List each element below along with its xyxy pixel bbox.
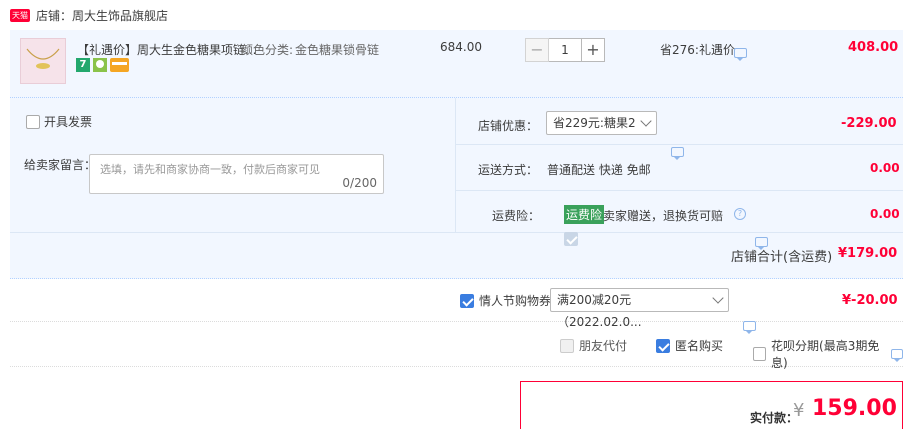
actual-payment-amount: 159.00 — [812, 396, 897, 421]
payment-options: 朋友代付 匿名购买 花呗分期(最高3期免息) — [10, 323, 903, 370]
product-thumbnail[interactable] — [20, 38, 66, 84]
anonymous-checkbox[interactable] — [656, 338, 670, 353]
invoice-label: 开具发票 — [44, 115, 93, 129]
coupon-select[interactable]: 满200减20元（2022.02.0... — [550, 288, 729, 329]
friend-pay-label: 朋友代付 — [579, 339, 628, 353]
shipping-amount: 0.00 — [870, 161, 900, 175]
shop-label: 店铺： — [36, 8, 73, 23]
insurance-amount: 0.00 — [870, 207, 900, 221]
lightbulb-icon — [93, 58, 107, 72]
shop-total-label: 店铺合计(含运费) — [731, 250, 833, 265]
anonymous-label: 匿名购买 — [675, 339, 724, 353]
friend-pay-option[interactable]: 朋友代付 — [560, 337, 627, 354]
actual-payment-label: 实付款： — [750, 411, 799, 425]
unit-price: 684.00 — [440, 40, 482, 54]
necklace-image — [26, 48, 60, 69]
qty-minus-button[interactable]: − — [525, 38, 549, 62]
discount-message-icon[interactable] — [734, 48, 747, 61]
coupon-row: 情人节购物券 满200减20元（2022.02.0... ¥-20.00 — [10, 280, 903, 334]
shipping-method: 普通配送 快递 免邮 — [547, 163, 651, 177]
huabei-message-icon[interactable] — [890, 349, 903, 362]
order-details: 开具发票 给卖家留言： 选填，请先和商家协商一致，付款后商家可见 0/200 店… — [10, 98, 903, 279]
shop-total-amount: ¥179.00 — [838, 246, 898, 261]
insurance-checkbox — [563, 232, 578, 246]
item-row: 【礼遇价】周大生金色糖果项链... 7 颜色分类: 金色糖果锁骨链 684.00… — [10, 30, 903, 98]
message-char-count: 0/200 — [342, 176, 377, 190]
message-textarea[interactable]: 选填，请先和商家协商一致，付款后商家可见 0/200 — [89, 154, 384, 194]
huabei-option[interactable]: 花呗分期(最高3期免息) — [753, 337, 903, 371]
message-placeholder: 选填，请先和商家协商一致，付款后商家可见 — [100, 163, 320, 176]
insurance-badge: 运费险 — [564, 205, 605, 224]
invoice-option[interactable]: 开具发票 — [26, 113, 92, 130]
store-discount-select[interactable]: 省229元:糖果2 — [546, 111, 657, 135]
coupon-checkbox[interactable] — [460, 293, 474, 308]
seven-day-return-icon: 7 — [76, 58, 90, 72]
store-discount-label: 店铺优惠： — [478, 119, 539, 133]
qty-plus-button[interactable]: + — [581, 38, 605, 62]
huabei-label: 花呗分期(最高3期免息) — [771, 339, 880, 370]
qty-input[interactable]: 1 — [549, 38, 581, 62]
store-discount-value: 省229元:糖果2 — [553, 116, 636, 130]
shop-header: 天猫 店铺： 周大生饰品旗舰店 — [10, 0, 903, 30]
shop-name-link[interactable]: 周大生饰品旗舰店 — [72, 7, 168, 24]
chevron-down-icon — [712, 292, 724, 304]
chevron-down-icon — [640, 115, 652, 127]
product-title-link[interactable]: 【礼遇价】周大生金色糖果项链... — [77, 41, 256, 58]
insurance-label: 运费险： — [492, 209, 541, 223]
item-subtotal: 408.00 — [848, 40, 899, 55]
huabei-checkbox[interactable] — [753, 347, 767, 361]
currency-symbol: ¥ — [793, 400, 805, 421]
tmall-badge-icon: 天猫 — [10, 8, 30, 22]
anonymous-option[interactable]: 匿名购买 — [656, 337, 723, 354]
sku-value: 金色糖果锁骨链 — [295, 43, 380, 57]
store-discount-amount: -229.00 — [841, 116, 897, 131]
item-discount: 省276:礼遇价 — [660, 43, 735, 57]
credit-card-icon — [110, 58, 129, 72]
coupon-label: 情人节购物券 — [479, 294, 552, 308]
invoice-checkbox[interactable] — [26, 114, 40, 129]
coupon-option[interactable]: 情人节购物券 — [460, 292, 551, 309]
message-label: 给卖家留言： — [24, 158, 97, 172]
quantity-stepper: − 1 + — [525, 38, 605, 62]
coupon-amount: ¥-20.00 — [842, 293, 898, 308]
store-discount-message-icon[interactable] — [671, 147, 684, 160]
insurance-text: 卖家赠送，退换货可赔 — [603, 209, 724, 223]
shipping-label: 运送方式： — [478, 163, 539, 177]
actual-payment-box: 实付款： ¥ 159.00 — [520, 381, 903, 429]
help-question-icon[interactable]: ? — [734, 208, 746, 220]
friend-pay-checkbox[interactable] — [560, 338, 574, 353]
service-tags: 7 — [76, 58, 129, 72]
sku-label: 颜色分类: — [241, 43, 294, 57]
